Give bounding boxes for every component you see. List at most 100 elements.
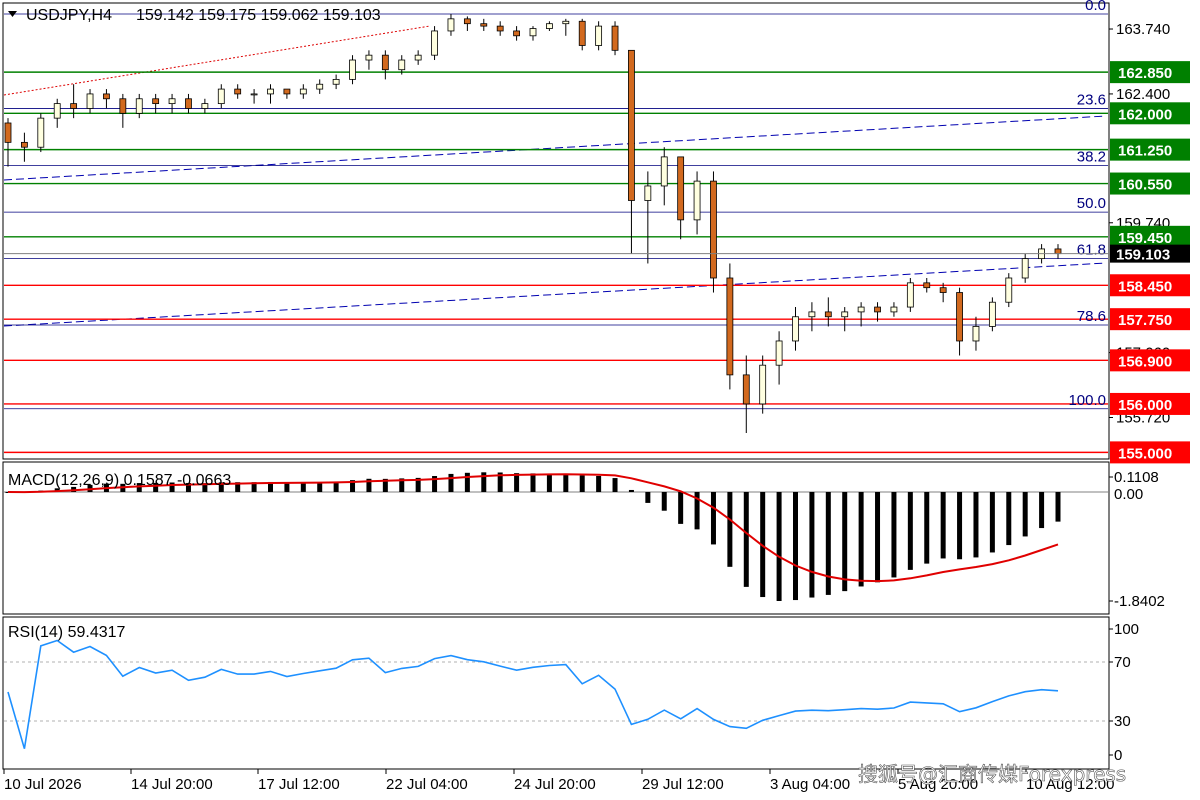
macd-bar xyxy=(776,492,782,601)
macd-bar xyxy=(596,475,602,492)
candle-bull xyxy=(906,282,914,308)
candle-bear xyxy=(185,98,192,109)
usdjpy-chart[interactable]: 0.0 23.6 38.2 50.0 61.8 78.6 100.0 USDJPY,H4 1… xyxy=(0,0,1200,800)
candle-bear xyxy=(283,88,291,95)
macd-bar xyxy=(973,492,979,558)
candle-bull xyxy=(759,364,767,405)
macd-bar xyxy=(875,492,881,583)
macd-axis: 0.1108 0.00 -1.8402 xyxy=(1109,469,1165,610)
fib-level-label: 100.0 xyxy=(1068,392,1106,409)
macd-bar xyxy=(1006,492,1012,546)
candle-bear xyxy=(381,54,389,71)
candle-bull xyxy=(447,18,455,32)
macd-bar xyxy=(546,473,552,492)
candle-bear xyxy=(152,98,160,105)
candle-bull xyxy=(135,98,143,114)
current-price-label: 159.103 xyxy=(1110,244,1190,264)
macd-bar xyxy=(907,492,913,570)
fib-level-label: 78.6 xyxy=(1077,308,1106,325)
time-axis-label: 29 Jul 12:00 xyxy=(642,776,724,793)
macd-bar xyxy=(628,489,634,492)
price-axis-label: 162.400 xyxy=(1116,86,1170,103)
fib-level-label: 23.6 xyxy=(1077,91,1106,108)
rsi-axis-30: 30 xyxy=(1114,713,1131,730)
candle-bull xyxy=(349,59,356,80)
candle-bear xyxy=(956,292,963,342)
rsi-axis-70: 70 xyxy=(1114,654,1131,671)
level-label-text: 158.450 xyxy=(1118,278,1172,295)
candle-bull xyxy=(250,93,258,96)
candle-bull xyxy=(808,311,816,318)
candle-bull xyxy=(988,301,996,327)
time-axis-label: 17 Jul 12:00 xyxy=(258,776,340,793)
candle-bull xyxy=(529,28,537,37)
price-panel[interactable]: 0.0 23.6 38.2 50.0 61.8 78.6 100.0 USDJPY,H4 1… xyxy=(2,0,1110,460)
rsi-panel[interactable]: RSI(14) 59.4317 xyxy=(2,616,1110,770)
candle-bull xyxy=(693,180,701,221)
candle-bear xyxy=(578,20,586,46)
candle-bear xyxy=(611,25,619,51)
rsi-label: RSI(14) 59.4317 xyxy=(8,624,126,641)
candle-bear xyxy=(21,141,28,148)
macd-bar xyxy=(891,492,897,578)
macd-axis-zero: 0.00 xyxy=(1114,486,1143,503)
macd-bar xyxy=(612,478,618,492)
candle-bear xyxy=(677,156,685,221)
candle-bull xyxy=(660,156,668,187)
time-axis-label: 22 Jul 04:00 xyxy=(386,776,468,793)
rsi-panel-frame xyxy=(2,616,1110,770)
candle-bear xyxy=(874,306,881,313)
candle-bull xyxy=(841,311,849,318)
fib-level-label: 38.2 xyxy=(1077,149,1106,166)
candle-bull xyxy=(857,306,865,313)
candle-bull xyxy=(217,88,225,105)
symbol-label: USDJPY,H4 xyxy=(26,7,112,24)
macd-bar xyxy=(858,492,864,587)
macd-bar xyxy=(514,473,520,492)
macd-bar xyxy=(645,492,651,503)
candle-bear xyxy=(119,98,127,114)
level-label-text: 156.900 xyxy=(1118,353,1172,370)
candle-bull xyxy=(53,103,61,119)
macd-panel[interactable]: MACD(12,26,9) 0.1587 -0.0663 xyxy=(2,461,1110,615)
fib-level-label: 50.0 xyxy=(1077,195,1106,212)
level-label-text: 162.850 xyxy=(1118,65,1172,82)
rsi-axis: 100 70 30 0 xyxy=(1109,621,1139,764)
macd-label: MACD(12,26,9) 0.1587 -0.0663 xyxy=(8,472,231,489)
macd-bar xyxy=(710,492,716,545)
candle-bull xyxy=(365,54,373,61)
macd-bar xyxy=(743,492,749,587)
macd-bar xyxy=(793,492,798,601)
candle-bull xyxy=(1005,277,1013,303)
macd-bar xyxy=(727,492,733,567)
candle-bull xyxy=(316,83,324,90)
macd-bar xyxy=(940,492,946,559)
level-label-text: 162.000 xyxy=(1118,106,1172,123)
candle-bear xyxy=(463,18,471,25)
time-axis-label: 14 Jul 20:00 xyxy=(131,776,213,793)
macd-bar xyxy=(1022,492,1028,537)
macd-bar xyxy=(1055,492,1061,522)
candle-bear xyxy=(742,374,750,405)
candle-bear xyxy=(824,311,832,318)
candle-bull xyxy=(86,93,94,109)
candle-bull xyxy=(890,306,898,313)
fib-level-label: 0.0 xyxy=(1085,0,1106,14)
candle-bear xyxy=(480,23,488,27)
rsi-axis-100: 100 xyxy=(1114,621,1139,638)
candle-bull xyxy=(775,340,783,366)
candle-bear xyxy=(234,88,242,95)
candle-bear xyxy=(628,49,635,201)
macd-bar xyxy=(661,492,667,511)
macd-bar xyxy=(842,492,848,592)
current-price-text: 159.103 xyxy=(1116,247,1170,264)
level-label-text: 160.550 xyxy=(1118,177,1172,194)
time-axis-label: 24 Jul 20:00 xyxy=(514,776,596,793)
candle-bull xyxy=(414,54,422,61)
macd-bar xyxy=(1039,492,1045,529)
candle-bear xyxy=(726,277,734,376)
candle-bull xyxy=(972,326,980,342)
candle-bear xyxy=(710,180,717,279)
macd-bar xyxy=(989,492,995,553)
level-label-text: 161.250 xyxy=(1118,143,1172,160)
